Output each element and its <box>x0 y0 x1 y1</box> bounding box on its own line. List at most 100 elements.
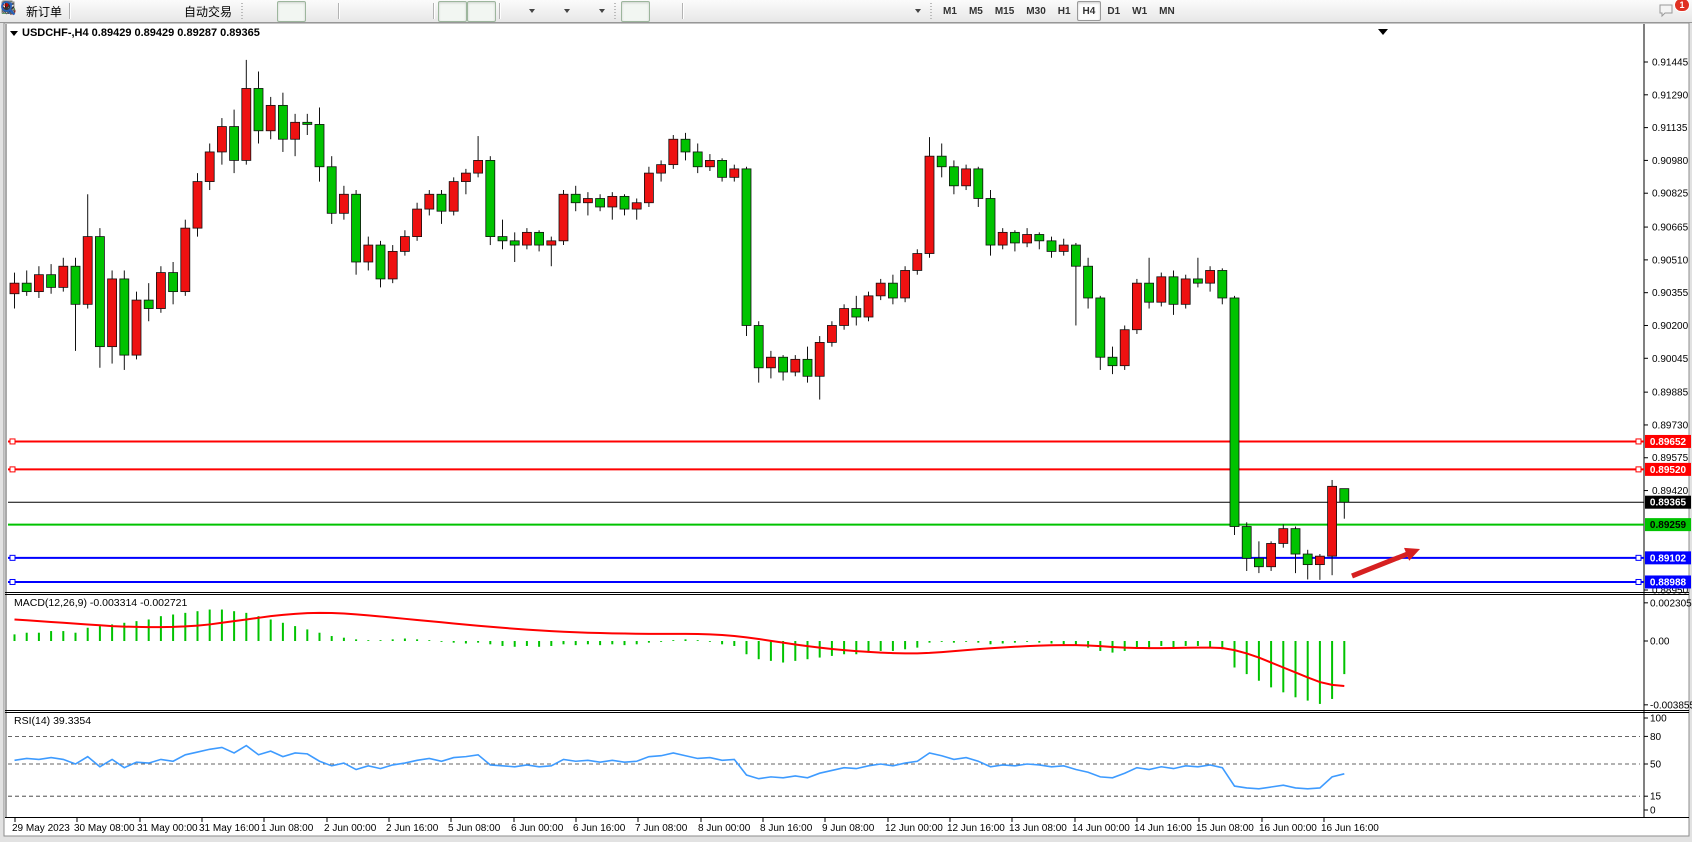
symbol-dropdown-icon[interactable] <box>10 31 18 36</box>
candle <box>1010 232 1019 243</box>
line-endpoint-marker[interactable] <box>1636 467 1641 472</box>
indicators-button[interactable] <box>504 1 539 22</box>
hline-icon <box>723 3 739 19</box>
candle <box>95 237 104 347</box>
cursor-icon <box>628 3 644 19</box>
rsi-tick-label: 100 <box>1650 714 1667 725</box>
arrows-button[interactable] <box>890 1 925 22</box>
timeframe-m5[interactable]: M5 <box>963 1 989 21</box>
channel-button[interactable]: E <box>774 1 803 22</box>
macd-indicator-label: MACD(12,26,9) -0.003314 -0.002721 <box>14 597 187 609</box>
notifications-button[interactable]: 1 <box>1657 1 1686 22</box>
autotrade-button[interactable]: 自动交易 <box>161 1 236 22</box>
candle <box>888 283 897 298</box>
periods-button[interactable] <box>539 1 574 22</box>
styler-icon <box>81 3 97 19</box>
templates-button[interactable] <box>574 1 609 22</box>
timeframe-w1[interactable]: W1 <box>1126 1 1153 21</box>
text-button[interactable]: A <box>832 1 861 22</box>
candle <box>242 88 251 160</box>
chart-shift-button[interactable] <box>467 1 496 22</box>
tile-windows-button[interactable] <box>401 1 430 22</box>
search-button[interactable] <box>1622 1 1651 22</box>
candle <box>571 194 580 202</box>
market-data-button[interactable] <box>103 1 132 22</box>
dropdown-caret-icon[interactable] <box>599 9 605 13</box>
candle <box>83 237 92 305</box>
text-label-button[interactable]: T <box>861 1 890 22</box>
line-endpoint-marker[interactable] <box>10 439 15 444</box>
price-tick-label: 0.89885 <box>1652 388 1689 399</box>
candle <box>1132 283 1141 330</box>
candle <box>852 309 861 317</box>
candle <box>303 122 312 124</box>
candle <box>730 169 739 177</box>
candle <box>230 127 239 161</box>
dropdown-caret-icon[interactable] <box>915 9 921 13</box>
fibonacci-button[interactable]: F <box>803 1 832 22</box>
candle <box>156 273 165 309</box>
channel-icon: E <box>781 3 797 19</box>
template-icon <box>578 3 594 19</box>
toolbar-separator <box>69 3 71 19</box>
line-endpoint-marker[interactable] <box>10 579 15 584</box>
candle <box>108 279 117 347</box>
price-tick-label: 0.91135 <box>1652 123 1688 134</box>
auto-scroll-button[interactable] <box>438 1 467 22</box>
line-chart-button[interactable] <box>306 1 335 22</box>
timeframe-m1[interactable]: M1 <box>937 1 963 21</box>
time-label: 7 Jun 08:00 <box>635 823 688 834</box>
candle <box>1157 277 1166 302</box>
dropdown-caret-icon[interactable] <box>529 9 535 13</box>
vline-button[interactable] <box>687 1 716 22</box>
fibonacci-icon: F <box>810 3 826 19</box>
line-endpoint-marker[interactable] <box>1636 439 1641 444</box>
line-endpoint-marker[interactable] <box>10 555 15 560</box>
candle <box>1023 234 1032 242</box>
candle <box>1096 298 1105 357</box>
trendline-button[interactable] <box>745 1 774 22</box>
candle <box>705 160 714 166</box>
zoom-in-button[interactable] <box>343 1 372 22</box>
crosshair-button[interactable] <box>650 1 679 22</box>
price-tick-label: 0.89420 <box>1652 486 1689 497</box>
toolbar-buttons: 新订单自动交易EFAT <box>3 1 937 22</box>
candle <box>425 194 434 209</box>
bar-chart-button[interactable] <box>248 1 277 22</box>
candle <box>1279 529 1288 544</box>
timeframe-h1[interactable]: H1 <box>1052 1 1077 21</box>
dropdown-caret-icon[interactable] <box>564 9 570 13</box>
timeframe-d1[interactable]: D1 <box>1101 1 1126 21</box>
candle <box>291 122 300 139</box>
candle <box>339 194 348 213</box>
macd-tick-label: 0.00 <box>1650 637 1670 648</box>
timeframe-h4[interactable]: H4 <box>1077 1 1102 21</box>
candle <box>449 182 458 212</box>
cursor-button[interactable] <box>621 1 650 22</box>
candle-chart-button[interactable] <box>277 1 306 22</box>
candle <box>1340 489 1349 503</box>
toolbar-separator <box>433 3 435 19</box>
candle <box>1035 234 1044 240</box>
candle <box>962 169 971 186</box>
candle <box>901 270 910 298</box>
line-endpoint-marker[interactable] <box>1636 579 1641 584</box>
candle <box>949 167 958 186</box>
hline-button[interactable] <box>716 1 745 22</box>
candle <box>1218 270 1227 298</box>
timeframe-m30[interactable]: M30 <box>1020 1 1051 21</box>
navigator-button[interactable] <box>132 1 161 22</box>
timeframe-mn[interactable]: MN <box>1153 1 1181 21</box>
vline-icon <box>694 3 710 19</box>
candle <box>400 237 409 252</box>
candle <box>510 241 519 245</box>
line-endpoint-marker[interactable] <box>10 467 15 472</box>
candle <box>913 254 922 271</box>
timeframe-m15[interactable]: M15 <box>989 1 1020 21</box>
zoom-out-button[interactable] <box>372 1 401 22</box>
chart-title: USDCHF-,H4 0.89429 0.89429 0.89287 0.893… <box>10 27 260 39</box>
styler-button[interactable] <box>74 1 103 22</box>
candle <box>522 232 531 245</box>
line-endpoint-marker[interactable] <box>1636 555 1641 560</box>
candle <box>278 105 287 139</box>
